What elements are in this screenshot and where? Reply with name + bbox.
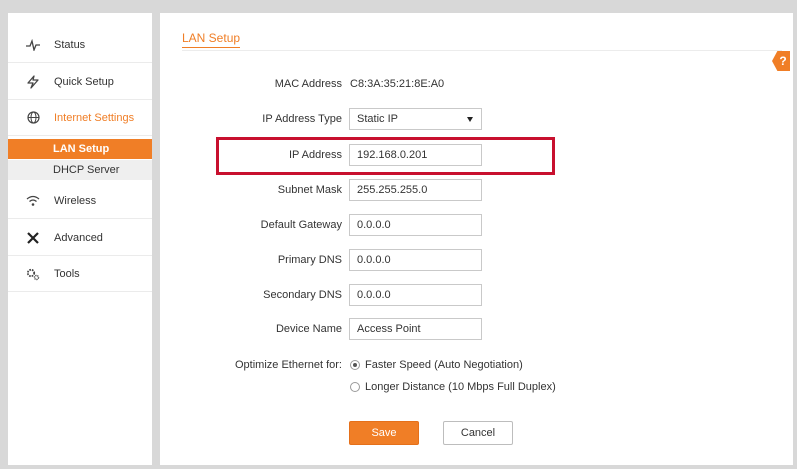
- sidebar-item-label: Status: [54, 38, 86, 51]
- ip-type-row: IP Address Type Static IP: [160, 108, 793, 130]
- secondary-dns-label: Secondary DNS: [263, 289, 342, 301]
- optimize-ethernet-label: Optimize Ethernet for:: [235, 359, 342, 371]
- subnet-mask-row: Subnet Mask 255.255.255.0: [160, 179, 793, 201]
- sidebar-item-label: Advanced: [54, 231, 103, 244]
- sidebar-subitem-label: LAN Setup: [53, 143, 110, 155]
- default-gateway-row: Default Gateway 0.0.0.0: [160, 214, 793, 236]
- main-panel: LAN Setup ? MAC Address C8:3A:35:21:8E:A…: [160, 13, 793, 465]
- primary-dns-label: Primary DNS: [277, 254, 342, 266]
- tab-lan-setup[interactable]: LAN Setup: [182, 31, 241, 48]
- sidebar: Status Quick Setup Internet Settings LAN…: [8, 13, 152, 465]
- secondary-dns-input[interactable]: 0.0.0.0: [349, 284, 482, 306]
- device-name-row: Device Name Access Point: [160, 318, 793, 340]
- sidebar-item-status[interactable]: Status: [8, 27, 152, 63]
- help-button[interactable]: ?: [772, 51, 790, 71]
- dropdown-arrow-icon: [467, 117, 473, 122]
- radio-faster-speed-label: Faster Speed (Auto Negotiation): [365, 359, 523, 371]
- sidebar-item-wireless[interactable]: Wireless: [8, 183, 152, 219]
- lightning-icon: [25, 74, 41, 90]
- ip-type-value: Static IP: [357, 113, 398, 125]
- secondary-dns-row: Secondary DNS 0.0.0.0: [160, 284, 793, 306]
- ip-type-select[interactable]: Static IP: [349, 108, 482, 130]
- default-gateway-label: Default Gateway: [260, 219, 342, 231]
- primary-dns-row: Primary DNS 0.0.0.0: [160, 249, 793, 271]
- radio-longer-distance[interactable]: Longer Distance (10 Mbps Full Duplex): [350, 379, 556, 395]
- highlight-box: [216, 137, 555, 175]
- primary-dns-input[interactable]: 0.0.0.0: [349, 249, 482, 271]
- sidebar-subitem-lan-setup[interactable]: LAN Setup: [8, 139, 152, 159]
- subnet-mask-input[interactable]: 255.255.255.0: [349, 179, 482, 201]
- device-name-input[interactable]: Access Point: [349, 318, 482, 340]
- sidebar-item-label: Tools: [54, 267, 80, 280]
- default-gateway-input[interactable]: 0.0.0.0: [349, 214, 482, 236]
- sidebar-item-internet-settings[interactable]: Internet Settings: [8, 100, 152, 136]
- sidebar-item-label: Internet Settings: [54, 111, 135, 124]
- mac-address-label: MAC Address: [274, 78, 342, 90]
- radio-faster-speed[interactable]: Faster Speed (Auto Negotiation): [350, 357, 523, 373]
- mac-address-value: C8:3A:35:21:8E:A0: [350, 78, 445, 90]
- gears-icon: [25, 266, 41, 282]
- sidebar-item-label: Quick Setup: [54, 75, 114, 88]
- tools-cross-icon: [25, 230, 41, 246]
- tab-divider: [182, 50, 782, 51]
- sidebar-item-advanced[interactable]: Advanced: [8, 220, 152, 256]
- cancel-button[interactable]: Cancel: [443, 421, 513, 445]
- save-button[interactable]: Save: [349, 421, 419, 445]
- sidebar-item-quick-setup[interactable]: Quick Setup: [8, 64, 152, 100]
- radio-checked-icon[interactable]: [350, 360, 360, 370]
- radio-longer-distance-label: Longer Distance (10 Mbps Full Duplex): [365, 381, 556, 393]
- sidebar-item-tools[interactable]: Tools: [8, 256, 152, 292]
- sidebar-subitem-label: DHCP Server: [53, 164, 120, 176]
- mac-address-row: MAC Address C8:3A:35:21:8E:A0: [160, 73, 793, 95]
- ip-type-label: IP Address Type: [262, 113, 342, 125]
- pulse-icon: [25, 37, 41, 53]
- help-icon: ?: [779, 54, 787, 68]
- sidebar-item-label: Wireless: [54, 194, 97, 207]
- radio-unchecked-icon[interactable]: [350, 382, 360, 392]
- wifi-icon: [25, 193, 41, 209]
- device-name-label: Device Name: [275, 323, 342, 335]
- subnet-mask-label: Subnet Mask: [277, 184, 342, 196]
- sidebar-subitem-dhcp-server[interactable]: DHCP Server: [8, 160, 152, 180]
- globe-icon: [25, 110, 41, 126]
